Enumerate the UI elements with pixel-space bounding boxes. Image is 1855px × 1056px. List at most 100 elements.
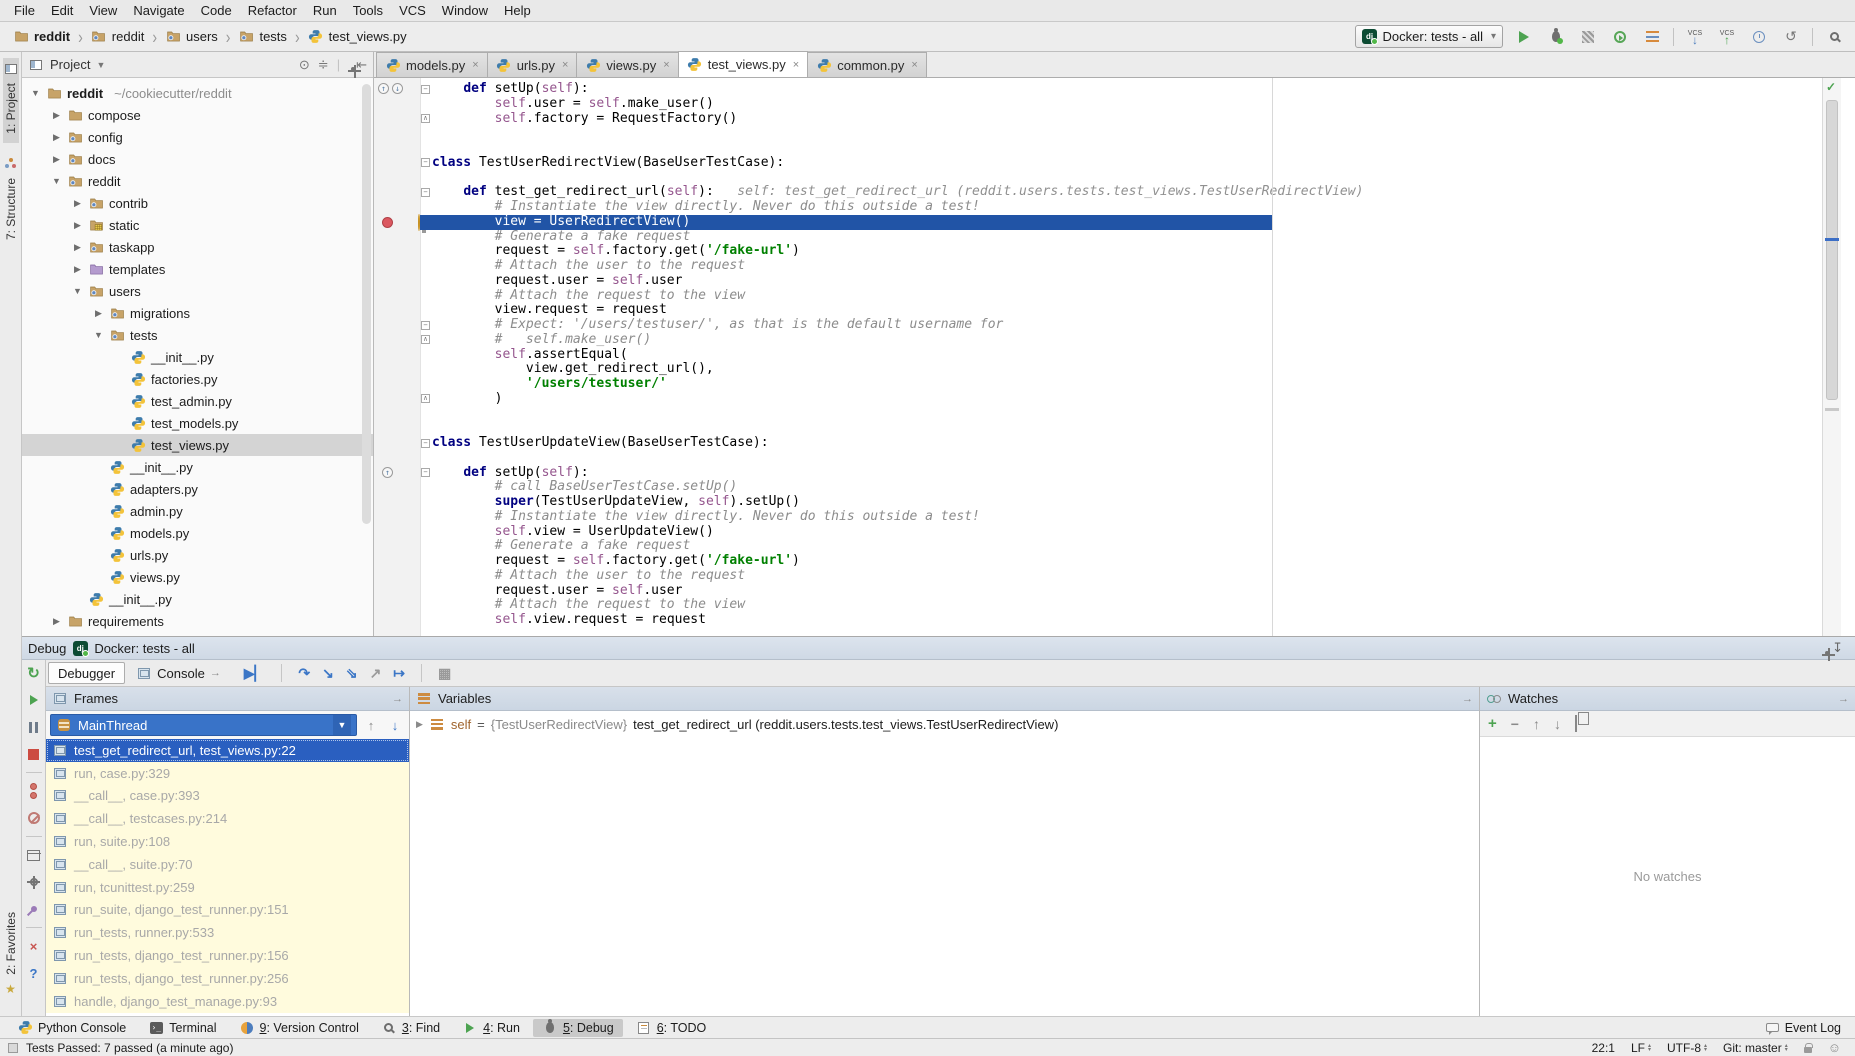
- run-with-coverage-button[interactable]: [1577, 26, 1599, 48]
- show-execution-point-button[interactable]: ▶▏: [244, 665, 266, 682]
- float-panel-icon[interactable]: →: [392, 693, 403, 705]
- execution-line-mark[interactable]: [1825, 238, 1839, 241]
- tree-item-compose[interactable]: ▶compose: [22, 104, 373, 126]
- run-dashboard-button[interactable]: [1641, 26, 1663, 48]
- pin-tab-button[interactable]: [24, 900, 44, 918]
- tree-item-urls-py[interactable]: urls.py: [22, 544, 373, 566]
- rollback-button[interactable]: ↺: [1780, 26, 1802, 48]
- debug-button[interactable]: [1545, 26, 1567, 48]
- frame-row[interactable]: run, suite.py:108: [46, 830, 409, 853]
- menu-tools[interactable]: Tools: [345, 2, 391, 19]
- breadcrumb-item-tests[interactable]: tests: [235, 27, 289, 47]
- close-tab-icon[interactable]: ×: [793, 59, 799, 71]
- stripe-item-1-project[interactable]: 1: Project: [3, 58, 19, 143]
- vcs-update-button[interactable]: VCS↓: [1684, 26, 1706, 48]
- fold-marker-icon[interactable]: −: [421, 85, 430, 94]
- locate-file-button[interactable]: ⊙: [299, 57, 310, 73]
- editor-scrollbar-thumb[interactable]: [1826, 100, 1838, 400]
- run-button[interactable]: [1513, 26, 1535, 48]
- close-tab-icon[interactable]: ×: [663, 59, 669, 71]
- help-button[interactable]: ?: [24, 964, 44, 982]
- debugger-settings-button[interactable]: [24, 873, 44, 891]
- search-everywhere-button[interactable]: [1823, 26, 1845, 48]
- tree-expand-arrow-icon[interactable]: ▶: [51, 132, 62, 143]
- caret-position[interactable]: 22:1: [1592, 1041, 1615, 1055]
- tree-item-__init__-py[interactable]: __init__.py: [22, 588, 373, 610]
- tree-item-templates[interactable]: ▶templates: [22, 258, 373, 280]
- restore-layout-button[interactable]: [24, 846, 44, 864]
- tree-item-factories-py[interactable]: factories.py: [22, 368, 373, 390]
- frame-row[interactable]: __call__, testcases.py:214: [46, 807, 409, 830]
- collapse-all-button[interactable]: ≑: [318, 57, 329, 73]
- remove-watch-button[interactable]: −: [1511, 716, 1519, 732]
- breakpoint-icon[interactable]: [382, 217, 393, 228]
- run-to-cursor-button[interactable]: ↦: [393, 665, 405, 682]
- tree-expand-arrow-icon[interactable]: ▶: [72, 198, 83, 209]
- tree-item-__init__-py[interactable]: __init__.py: [22, 456, 373, 478]
- tree-item-tests[interactable]: ▼tests: [22, 324, 373, 346]
- evaluate-expression-button[interactable]: ▦: [438, 665, 451, 682]
- readonly-lock-icon[interactable]: [1804, 1047, 1812, 1053]
- frame-row[interactable]: run, tcunittest.py:259: [46, 876, 409, 899]
- tab-test_views-py[interactable]: test_views.py×: [678, 51, 808, 77]
- fold-marker-icon[interactable]: −: [421, 468, 430, 477]
- breadcrumb-item-test_views.py[interactable]: test_views.py: [305, 27, 410, 47]
- fold-marker-icon[interactable]: ∧: [421, 394, 430, 403]
- menu-code[interactable]: Code: [193, 2, 240, 19]
- frame-row[interactable]: __call__, suite.py:70: [46, 853, 409, 876]
- tree-item-test_models-py[interactable]: test_models.py: [22, 412, 373, 434]
- fold-marker-icon[interactable]: ∧: [421, 335, 430, 344]
- breadcrumb-item-users[interactable]: users: [162, 27, 221, 47]
- tree-item-__init__-py[interactable]: __init__.py: [22, 346, 373, 368]
- next-frame-button[interactable]: ↓: [385, 718, 405, 733]
- menu-file[interactable]: File: [6, 2, 43, 19]
- toolwindow-button-find[interactable]: 3: Find: [372, 1019, 449, 1037]
- tree-item-reddit[interactable]: ▼reddit~/cookiecutter/reddit: [22, 82, 373, 104]
- tree-expand-arrow-icon[interactable]: ▶: [72, 220, 83, 231]
- tree-expand-arrow-icon[interactable]: ▶: [51, 616, 62, 627]
- toolwindow-button-version-control[interactable]: 9: Version Control: [230, 1019, 368, 1037]
- toolwindow-button-todo[interactable]: 6: TODO: [627, 1019, 716, 1037]
- breadcrumb-item-reddit[interactable]: reddit: [10, 27, 73, 47]
- stripe-mark[interactable]: [1825, 408, 1839, 411]
- toolwindow-button-debug[interactable]: 5: Debug: [533, 1019, 623, 1037]
- float-panel-icon[interactable]: →: [1838, 693, 1849, 705]
- pause-button[interactable]: [24, 718, 44, 736]
- line-separator-indicator[interactable]: LF▴▾: [1631, 1041, 1651, 1055]
- fold-marker-icon[interactable]: −: [421, 158, 430, 167]
- tree-item-views-py[interactable]: views.py: [22, 566, 373, 588]
- tab-views-py[interactable]: views.py×: [576, 52, 678, 77]
- tree-item-models-py[interactable]: models.py: [22, 522, 373, 544]
- encoding-indicator[interactable]: UTF-8▴▾: [1667, 1041, 1707, 1055]
- step-over-button[interactable]: ↷: [298, 665, 310, 682]
- stripe-item-7-structure[interactable]: 7: Structure: [3, 153, 19, 249]
- frame-row[interactable]: run_tests, runner.py:533: [46, 921, 409, 944]
- frame-row[interactable]: run_tests, django_test_runner.py:156: [46, 944, 409, 967]
- fold-marker-icon[interactable]: ∧: [421, 114, 430, 123]
- step-into-button[interactable]: ↘: [322, 665, 334, 682]
- duplicate-watch-button[interactable]: [1575, 716, 1577, 731]
- editor-content[interactable]: ↑↓− def setUp(self): self.user = self.ma…: [374, 78, 1822, 636]
- intention-bulb-icon[interactable]: [418, 216, 420, 231]
- tree-item-test_views-py[interactable]: test_views.py: [22, 434, 373, 456]
- add-watch-button[interactable]: +: [1488, 715, 1497, 732]
- close-tab-icon[interactable]: ×: [562, 59, 568, 71]
- mute-breakpoints-button[interactable]: [24, 809, 44, 827]
- project-scrollbar[interactable]: [362, 84, 371, 524]
- editor-error-stripe[interactable]: ✓: [1822, 78, 1841, 636]
- stop-button[interactable]: [24, 745, 44, 763]
- tree-item-contrib[interactable]: ▶contrib: [22, 192, 373, 214]
- frame-row[interactable]: handle, django_test_manage.py:93: [46, 990, 409, 1013]
- override-marker-icon[interactable]: ↑: [382, 467, 393, 478]
- tree-item-docs[interactable]: ▶docs: [22, 148, 373, 170]
- step-out-button[interactable]: ↗: [370, 665, 382, 682]
- tree-expand-arrow-icon[interactable]: ▶: [72, 242, 83, 253]
- move-watch-up-button[interactable]: ↑: [1533, 716, 1540, 732]
- frame-row[interactable]: run_suite, django_test_runner.py:151: [46, 899, 409, 922]
- tab-urls-py[interactable]: urls.py×: [487, 52, 578, 77]
- expand-arrow-icon[interactable]: ▶: [416, 719, 423, 730]
- tree-item-reddit[interactable]: ▼reddit: [22, 170, 373, 192]
- event-log-button[interactable]: Event Log: [1766, 1021, 1847, 1035]
- resume-button[interactable]: [24, 691, 44, 709]
- fold-marker-icon[interactable]: −: [421, 321, 430, 330]
